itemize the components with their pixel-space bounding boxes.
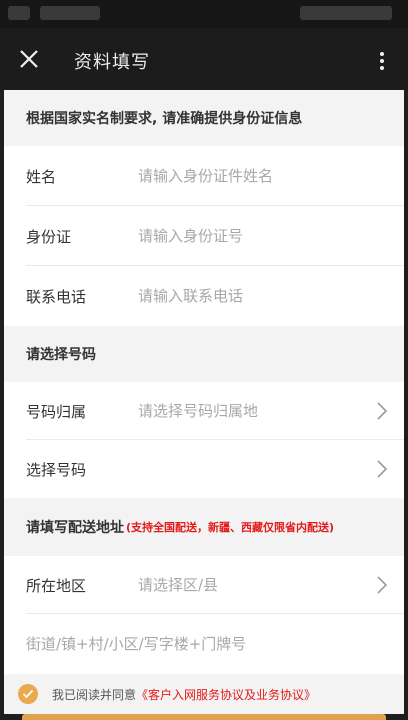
agreement-row: 我已阅读并同意 《客户入网服务协议及业务协议》	[4, 674, 404, 714]
name-label: 姓名	[26, 167, 57, 186]
agreement-link[interactable]: 《客户入网服务协议及业务协议》	[136, 686, 316, 703]
status-icon	[8, 6, 30, 20]
id-card-input[interactable]	[138, 227, 404, 245]
phone-row[interactable]: 联系电话	[4, 266, 404, 326]
area-row[interactable]: 所在地区	[4, 556, 404, 614]
number-heading-text: 请选择号码	[26, 347, 96, 363]
number-section-heading: 请选择号码	[4, 326, 404, 382]
pick-number-row[interactable]: 选择号码	[4, 440, 404, 498]
number-region-row[interactable]: 号码归属	[4, 382, 404, 440]
agreement-prefix: 我已阅读并同意	[52, 687, 137, 702]
street-address-input[interactable]	[26, 635, 404, 653]
delivery-note: (支持全国配送，新疆、西藏仅限省内配送)	[126, 521, 335, 534]
name-row[interactable]: 姓名	[4, 146, 404, 206]
form-content: 根据国家实名制要求, 请准确提供身份证信息 姓名 身份证 联系电话 请选择号码 …	[4, 90, 404, 720]
page-title: 资料填写	[74, 52, 150, 73]
more-vert-icon[interactable]	[378, 50, 386, 72]
identity-notice-text: 根据国家实名制要求, 请准确提供身份证信息	[26, 111, 303, 127]
phone-input[interactable]	[138, 287, 404, 305]
status-icon	[300, 6, 392, 20]
area-select[interactable]	[138, 576, 404, 594]
id-card-row[interactable]: 身份证	[4, 206, 404, 266]
number-region-select[interactable]	[138, 402, 404, 420]
app-bar: 资料填写	[0, 28, 408, 90]
status-icon	[40, 6, 100, 20]
agreement-checkbox[interactable]	[18, 684, 38, 704]
chevron-right-icon	[377, 402, 388, 420]
identity-notice: 根据国家实名制要求, 请准确提供身份证信息	[4, 90, 404, 146]
street-row[interactable]	[4, 614, 404, 674]
close-icon[interactable]	[14, 44, 44, 74]
number-region-label: 号码归属	[26, 402, 87, 421]
check-icon	[22, 689, 34, 699]
submit-button[interactable]	[22, 714, 386, 720]
area-label: 所在地区	[26, 576, 87, 595]
status-bar	[0, 0, 408, 28]
name-input[interactable]	[138, 167, 404, 185]
phone-label: 联系电话	[26, 287, 87, 306]
delivery-section-heading: 请填写配送地址 (支持全国配送，新疆、西藏仅限省内配送)	[4, 498, 404, 556]
chevron-right-icon	[377, 460, 388, 478]
pick-number-label: 选择号码	[26, 460, 87, 479]
chevron-right-icon	[377, 576, 388, 594]
delivery-heading-text: 请填写配送地址	[26, 520, 124, 536]
id-card-label: 身份证	[26, 227, 72, 246]
